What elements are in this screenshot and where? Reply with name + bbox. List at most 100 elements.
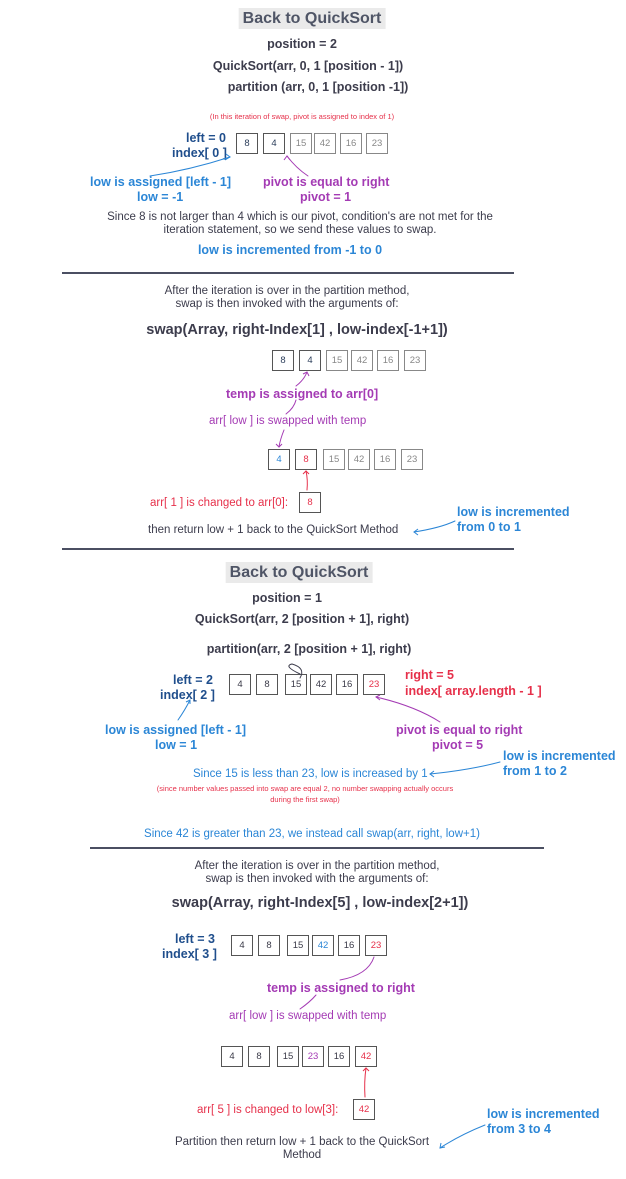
changed-label: arr[ 1 ] is changed to arr[0]: (150, 497, 289, 509)
array-cell: 16 (328, 1046, 350, 1067)
return-text: Partition then return low + 1 back to th… (174, 1136, 430, 1148)
array-cell: 42 (312, 935, 334, 956)
arrow (339, 956, 375, 981)
arrow (278, 429, 285, 448)
left-label: left = 3 (175, 932, 215, 946)
temp-label: temp is assigned to right (267, 981, 415, 995)
low-incremented-text: low is incremented from -1 to 0 (197, 243, 383, 257)
arrowhead (283, 155, 291, 161)
partition-call: partition(arr, 2 [position + 1], right) (206, 642, 412, 656)
low-value-label: low = 1 (155, 738, 198, 752)
arrow (285, 399, 297, 415)
swapped-label: arr[ low ] is swapped with temp (209, 415, 367, 427)
explanation-text: Since 42 is greater than 23, we instead … (144, 828, 480, 840)
arrow (299, 994, 317, 1010)
array-cell: 23 (366, 133, 388, 154)
intro-line: After the iteration is over in the parti… (194, 860, 440, 872)
arrowhead (362, 1067, 370, 1072)
arrowhead (439, 1142, 446, 1149)
array-cell: 23 (404, 350, 426, 371)
arrow (286, 155, 309, 177)
explanation-text: Since 8 is not larger than 4 which is ou… (107, 211, 493, 236)
array-cell: 15 (323, 449, 345, 470)
arrow (413, 520, 456, 533)
array-cell: 15 (277, 1046, 299, 1067)
index-label: index[ 2 ] (160, 688, 215, 702)
section-divider (90, 847, 544, 849)
array-cell: 15 (285, 674, 307, 695)
swap-note: during the first swap) (270, 795, 340, 804)
array-cell: 15 (290, 133, 312, 154)
array-cell: 8 (295, 449, 317, 470)
section-divider (62, 272, 514, 274)
low-assigned-label: low is assigned [left - 1] (105, 723, 246, 737)
section-title: Back to QuickSort (225, 562, 373, 583)
array-cell: 4 (221, 1046, 243, 1067)
arrow (177, 699, 191, 721)
intro-line: swap is then invoked with the arguments … (175, 298, 399, 310)
array-cell: 8 (272, 350, 294, 371)
swapped-label: arr[ low ] is swapped with temp (229, 1010, 387, 1022)
array-cell: 16 (338, 935, 360, 956)
index-label: index[ 0 ] (172, 146, 227, 160)
arrow (439, 1124, 486, 1149)
left-label: left = 0 (186, 131, 226, 145)
array-cell: 23 (302, 1046, 324, 1067)
return-text: then return low + 1 back to the QuickSor… (148, 524, 399, 536)
array-cell: 4 (268, 449, 290, 470)
section-title: Back to QuickSort (238, 8, 386, 29)
return-text: Method (282, 1149, 322, 1161)
left-label: left = 2 (173, 673, 213, 687)
partition-call: partition (arr, 0, 1 [position -1]) (227, 80, 409, 94)
arrowhead (275, 443, 283, 448)
array-cell: 4 (263, 133, 285, 154)
low-assigned-label: low is assigned [left - 1] (90, 175, 231, 189)
arrow (429, 761, 501, 775)
array-cell: 23 (401, 449, 423, 470)
temp-label: temp is assigned to arr[0] (226, 387, 379, 401)
low-value-label: low = -1 (137, 190, 184, 204)
section-divider (62, 548, 514, 550)
array-cell: 8 (258, 935, 280, 956)
array-cell: 23 (365, 935, 387, 956)
arrow (364, 1067, 367, 1098)
position-text: position = 1 (252, 591, 322, 605)
arrow (305, 470, 308, 491)
arrowhead (302, 371, 310, 377)
swap-call: swap(Array, right-Index[1] , low-index[-… (146, 322, 448, 338)
index-label: index[ 3 ] (162, 947, 217, 961)
arrow (375, 696, 441, 723)
array-cell: 23 (363, 674, 385, 695)
array-cell: 16 (374, 449, 396, 470)
arrow (295, 371, 308, 387)
pivot-label: pivot is equal to right (396, 723, 523, 737)
array-cell: 4 (231, 935, 253, 956)
array-cell: 8 (248, 1046, 270, 1067)
right-label: right = 5 (405, 668, 454, 682)
array-cell: 42 (348, 449, 370, 470)
right-index-label: index[ array.length - 1 ] (405, 684, 542, 698)
array-cell: 16 (336, 674, 358, 695)
low-incremented-label: from 3 to 4 (487, 1122, 551, 1136)
low-incremented-label: low is incremented (487, 1107, 600, 1121)
array-cell: 15 (326, 350, 348, 371)
quicksort-call: QuickSort(arr, 2 [position + 1], right) (194, 612, 410, 626)
array-cell: 42 (310, 674, 332, 695)
array-cell: 4 (229, 674, 251, 695)
low-incremented-label: low is incremented (457, 505, 570, 519)
array-cell: 8 (236, 133, 258, 154)
array-cell: 15 (287, 935, 309, 956)
swap-note: (since number values passed into swap ar… (156, 784, 454, 793)
array-cell: 8 (256, 674, 278, 695)
arrowhead (375, 694, 381, 701)
iteration-note: (In this iteration of swap, pivot is ass… (209, 112, 395, 121)
changed-label: arr[ 5 ] is changed to low[3]: (197, 1104, 339, 1116)
low-incremented-label: from 0 to 1 (457, 520, 521, 534)
changed-value-cell: 42 (353, 1099, 375, 1120)
changed-value-cell: 8 (299, 492, 321, 513)
quicksort-call: QuickSort(arr, 0, 1 [position - 1]) (212, 59, 404, 73)
low-incremented-label: low is incremented (503, 749, 616, 763)
swap-call: swap(Array, right-Index[5] , low-index[2… (171, 895, 469, 911)
array-cell: 42 (314, 133, 336, 154)
explanation-text: Since 15 is less than 23, low is increas… (193, 768, 428, 780)
